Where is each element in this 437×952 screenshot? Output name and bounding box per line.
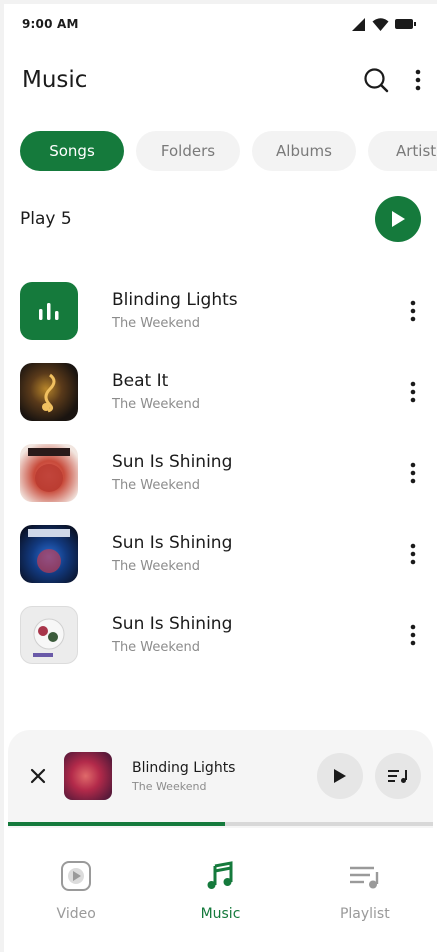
song-meta: Blinding Lights The Weekend <box>112 290 403 331</box>
song-row[interactable]: Blinding Lights The Weekend <box>20 270 423 351</box>
page-title: Music <box>22 67 88 93</box>
music-note-icon <box>207 861 233 889</box>
song-meta: Beat It The Weekend <box>112 371 403 412</box>
queue-music-icon <box>388 770 407 783</box>
album-cover <box>20 605 78 664</box>
song-more-button[interactable] <box>403 296 423 326</box>
song-meta: Sun Is Shining The Weekend <box>112 614 403 655</box>
song-title: Blinding Lights <box>112 290 238 310</box>
equalizer-icon <box>20 281 78 340</box>
album-cover <box>20 362 78 421</box>
mini-player-play-button[interactable] <box>317 753 363 799</box>
status-time: 9:00 AM <box>22 17 79 31</box>
play-all-button[interactable] <box>375 196 421 242</box>
mini-player-close-button[interactable] <box>26 764 50 788</box>
mini-player-cover <box>64 752 112 800</box>
battery-icon <box>395 19 416 29</box>
mini-player: Blinding Lights The Weekend <box>8 730 433 828</box>
status-icons <box>352 17 417 31</box>
mini-player-artist: The Weekend <box>132 779 207 793</box>
status-bar: 9:00 AM <box>22 15 417 33</box>
song-artist: The Weekend <box>112 397 200 412</box>
more-vert-icon <box>410 300 416 321</box>
playback-progress-fill <box>8 822 225 826</box>
song-title: Sun Is Shining <box>112 533 233 553</box>
chip-folders[interactable]: Folders <box>136 131 240 171</box>
nav-item-video[interactable]: Video <box>4 850 148 952</box>
song-row[interactable]: Sun Is Shining The Weekend <box>20 594 423 675</box>
bottom-nav: Video Music Playlist <box>4 850 437 952</box>
song-meta: Sun Is Shining The Weekend <box>112 452 403 493</box>
chip-albums[interactable]: Albums <box>252 131 356 171</box>
nav-label: Music <box>200 906 241 922</box>
more-vert-icon <box>410 381 416 402</box>
app-bar-actions <box>363 67 421 93</box>
playlist-icon <box>349 866 379 889</box>
nav-item-playlist[interactable]: Playlist <box>293 850 437 952</box>
wifi-icon <box>372 17 389 31</box>
song-artist: The Weekend <box>112 559 200 574</box>
more-vert-icon <box>410 624 416 645</box>
mini-player-queue-button[interactable] <box>375 753 421 799</box>
song-artist: The Weekend <box>112 640 200 655</box>
song-row[interactable]: Beat It The Weekend <box>20 351 423 432</box>
nav-label: Video <box>56 906 96 922</box>
video-icon <box>61 861 92 891</box>
album-cover <box>20 443 78 502</box>
music-screen: 9:00 AM Music Songs Folders Albums Artis… <box>4 4 437 952</box>
song-more-button[interactable] <box>403 539 423 569</box>
song-artist: The Weekend <box>112 316 200 331</box>
song-title: Sun Is Shining <box>112 614 233 634</box>
play-icon <box>334 769 346 783</box>
song-artist: The Weekend <box>112 478 200 493</box>
song-more-button[interactable] <box>403 377 423 407</box>
play-all-row: Play 5 <box>20 196 421 242</box>
song-title: Beat It <box>112 371 169 391</box>
nav-label: Playlist <box>339 906 390 922</box>
chip-songs[interactable]: Songs <box>20 131 124 171</box>
mini-player-meta: Blinding Lights The Weekend <box>132 760 305 793</box>
song-row[interactable]: Sun Is Shining The Weekend <box>20 432 423 513</box>
more-vert-icon <box>410 543 416 564</box>
more-vert-icon[interactable] <box>415 69 421 91</box>
album-cover <box>20 524 78 583</box>
play-all-label: Play 5 <box>20 209 72 229</box>
song-row[interactable]: Sun Is Shining The Weekend <box>20 513 423 594</box>
mini-player-content: Blinding Lights The Weekend <box>26 750 421 802</box>
mini-player-title: Blinding Lights <box>132 759 236 776</box>
app-bar: Music <box>22 60 421 100</box>
song-title: Sun Is Shining <box>112 452 233 472</box>
song-meta: Sun Is Shining The Weekend <box>112 533 403 574</box>
category-chips: Songs Folders Albums Artist <box>20 131 437 171</box>
close-icon <box>30 768 46 784</box>
more-vert-icon <box>410 462 416 483</box>
playback-progress[interactable] <box>8 822 433 826</box>
song-more-button[interactable] <box>403 458 423 488</box>
chip-artist[interactable]: Artist <box>368 131 437 171</box>
nav-item-music[interactable]: Music <box>148 850 292 952</box>
signal-icon <box>352 17 365 31</box>
play-icon <box>392 211 405 227</box>
search-icon[interactable] <box>363 67 389 93</box>
song-list: Blinding Lights The Weekend Beat It The … <box>20 270 423 675</box>
song-more-button[interactable] <box>403 620 423 650</box>
